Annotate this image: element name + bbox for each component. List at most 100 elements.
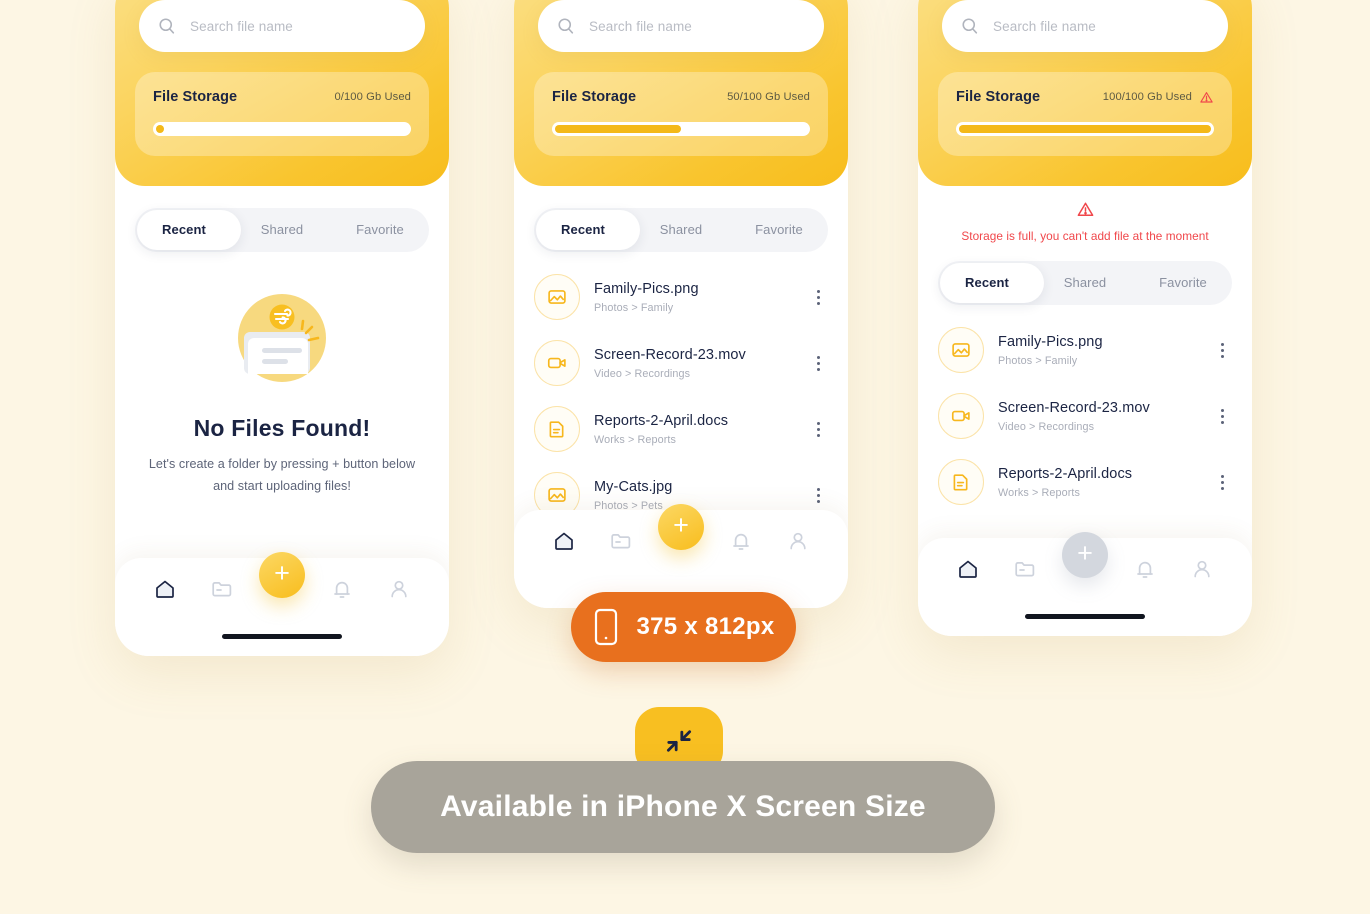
phone-mockup-full: Search file name File Storage 100/100 Gb… — [918, 0, 1252, 636]
storage-header: File Storage 100/100 Gb Used — [956, 89, 1214, 105]
tab-recent[interactable]: Recent — [135, 208, 233, 252]
search-bar[interactable]: Search file name — [942, 0, 1228, 52]
file-meta: Family-Pics.png Photos > Family — [998, 334, 1198, 367]
search-input[interactable]: Search file name — [589, 19, 692, 34]
search-input[interactable]: Search file name — [993, 19, 1096, 34]
file-options-button[interactable] — [1212, 408, 1232, 424]
nav-item-profile[interactable] — [778, 521, 818, 561]
header-full: Search file name File Storage 100/100 Gb… — [918, 0, 1252, 186]
storage-used-label: 0/100 Gb Used — [334, 91, 411, 103]
file-name: My-Cats.jpg — [594, 478, 673, 495]
file-options-button[interactable] — [1212, 474, 1232, 490]
home-indicator — [222, 634, 342, 639]
storage-progress-fill — [555, 125, 681, 133]
nav-item-notifications[interactable] — [322, 569, 362, 609]
nav-item-home[interactable] — [948, 549, 988, 589]
file-path: Video > Recordings — [594, 367, 691, 380]
search-icon — [962, 18, 978, 34]
file-meta: Reports-2-April.docs Works > Reports — [998, 466, 1198, 499]
file-row[interactable]: Reports-2-April.docs Works > Reports — [938, 449, 1232, 515]
empty-state: No Files Found! Let's create a folder by… — [115, 252, 449, 497]
add-file-fab[interactable]: + — [657, 504, 704, 550]
file-row[interactable]: Screen-Record-23.mov Video > Recordings — [534, 330, 828, 396]
empty-subtitle-line2: and start uploading files! — [213, 478, 351, 493]
file-icon-wrap — [938, 393, 984, 439]
file-row[interactable]: Family-Pics.png Photos > Family — [938, 317, 1232, 383]
file-icon-wrap — [534, 406, 580, 452]
warning-triangle-icon — [1077, 202, 1093, 216]
nav-item-profile[interactable] — [1182, 549, 1222, 589]
storage-card-full: File Storage 100/100 Gb Used — [938, 72, 1232, 156]
file-meta: My-Cats.jpg Photos > Pets — [594, 479, 794, 512]
document-file-icon — [953, 474, 968, 491]
empty-folder-illustration — [238, 294, 326, 382]
tab-recent[interactable]: Recent — [534, 208, 632, 252]
file-options-button[interactable] — [808, 421, 828, 437]
tab-bar-full: Recent Shared Favorite — [938, 261, 1232, 305]
file-icon-wrap — [534, 274, 580, 320]
empty-title: No Files Found! — [193, 415, 371, 441]
file-options-button[interactable] — [808, 355, 828, 371]
empty-subtitle: Let's create a folder by pressing + butt… — [135, 454, 429, 497]
storage-progress-fill — [959, 125, 1211, 133]
nav-item-home[interactable] — [544, 521, 584, 561]
file-options-button[interactable] — [1212, 342, 1232, 358]
storage-title: File Storage — [153, 89, 238, 105]
file-row[interactable]: Family-Pics.png Photos > Family — [534, 264, 828, 330]
file-options-button[interactable] — [808, 487, 828, 503]
file-row[interactable]: Reports-2-April.docs Works > Reports — [534, 396, 828, 462]
tab-favorite[interactable]: Favorite — [730, 208, 828, 252]
plus-icon: + — [274, 558, 290, 588]
home-icon — [555, 532, 574, 550]
profile-icon — [390, 580, 407, 598]
bell-icon — [1136, 561, 1153, 578]
search-icon — [558, 18, 574, 34]
nav-item-folder[interactable] — [1005, 549, 1045, 589]
availability-label: Available in iPhone X Screen Size — [440, 790, 926, 823]
file-row[interactable]: Screen-Record-23.mov Video > Recordings — [938, 383, 1232, 449]
tab-shared[interactable]: Shared — [1036, 261, 1134, 305]
screen-size-badge: 375 x 812px — [571, 592, 796, 662]
file-icon-wrap — [534, 340, 580, 386]
file-name: Family-Pics.png — [594, 280, 699, 297]
image-file-icon — [548, 290, 566, 304]
warning-triangle-icon — [1200, 91, 1213, 103]
file-meta: Screen-Record-23.mov Video > Recordings — [594, 347, 794, 380]
search-bar[interactable]: Search file name — [139, 0, 425, 52]
tab-favorite[interactable]: Favorite — [331, 208, 429, 252]
tab-shared[interactable]: Shared — [233, 208, 331, 252]
bell-icon — [333, 581, 350, 598]
file-name: Reports-2-April.docs — [998, 465, 1133, 482]
file-name: Screen-Record-23.mov — [594, 346, 746, 363]
search-bar[interactable]: Search file name — [538, 0, 824, 52]
file-path: Photos > Family — [594, 301, 674, 314]
folder-icon — [611, 534, 631, 549]
nav-item-folder[interactable] — [601, 521, 641, 561]
file-path: Photos > Family — [998, 354, 1078, 367]
tab-recent[interactable]: Recent — [938, 261, 1036, 305]
storage-title: File Storage — [552, 89, 637, 105]
search-input[interactable]: Search file name — [190, 19, 293, 34]
file-name: Family-Pics.png — [998, 333, 1103, 350]
storage-progress-bar — [552, 122, 810, 136]
profile-icon — [1193, 560, 1210, 578]
nav-item-home[interactable] — [145, 569, 185, 609]
header-empty: Search file name File Storage 0/100 Gb U… — [115, 0, 449, 186]
tab-favorite[interactable]: Favorite — [1134, 261, 1232, 305]
storage-full-message: Storage is full, you can't add file at t… — [961, 229, 1209, 243]
file-icon-wrap — [938, 327, 984, 373]
folder-icon — [1015, 562, 1035, 577]
storage-used-label: 100/100 Gb Used — [1103, 90, 1214, 105]
file-options-button[interactable] — [808, 289, 828, 305]
nav-item-folder[interactable] — [202, 569, 242, 609]
bell-icon — [732, 533, 749, 550]
nav-item-profile[interactable] — [379, 569, 419, 609]
storage-header: File Storage 50/100 Gb Used — [552, 89, 810, 105]
nav-item-notifications[interactable] — [721, 521, 761, 561]
tab-bar-list: Recent Shared Favorite — [534, 208, 828, 252]
nav-item-notifications[interactable] — [1125, 549, 1165, 589]
add-file-fab[interactable]: + — [258, 552, 305, 598]
search-icon — [159, 18, 175, 34]
home-icon — [156, 580, 175, 598]
tab-shared[interactable]: Shared — [632, 208, 730, 252]
